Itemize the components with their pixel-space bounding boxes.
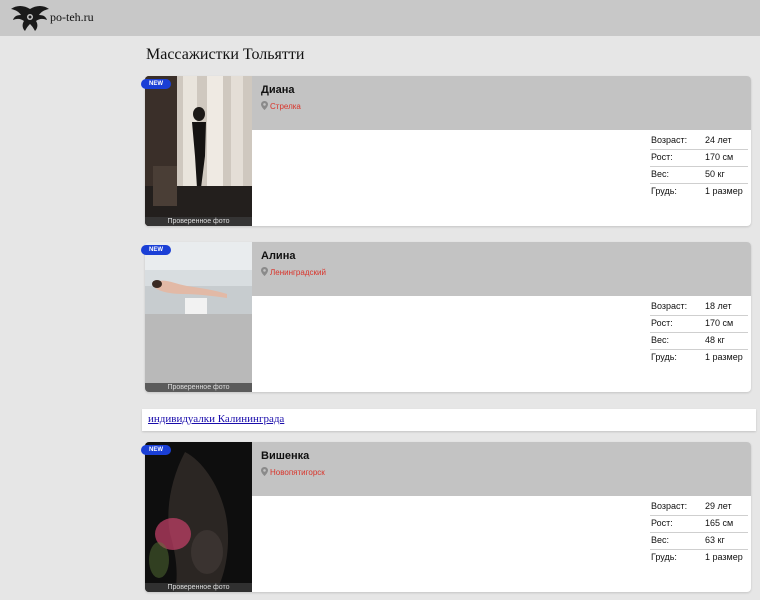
param-value: 24 лет <box>705 135 732 145</box>
profile-name[interactable]: Алина <box>261 250 295 262</box>
param-age: Возраст: 18 лет <box>650 299 748 316</box>
param-weight: Вес: 63 кг <box>650 533 748 550</box>
profile-card[interactable]: Проверенное фото Алина Ленинградский Воз… <box>145 242 751 392</box>
param-age: Возраст: 29 лет <box>650 499 748 516</box>
location-pin-icon <box>261 467 268 476</box>
location-name: Новопятигорск <box>270 468 325 477</box>
profile-params: Возраст: 18 лет Рост: 170 см Вес: 48 кг Гру… <box>650 299 748 367</box>
param-label: Рост: <box>651 518 673 528</box>
param-height: Рост: 170 см <box>650 150 748 167</box>
param-label: Вес: <box>651 335 670 345</box>
param-weight: Вес: 50 кг <box>650 167 748 184</box>
profile-photo[interactable]: Проверенное фото <box>145 76 252 226</box>
page-title: Массажистки Тольятти <box>146 46 305 63</box>
param-label: Возраст: <box>651 301 688 311</box>
param-bust: Грудь: 1 размер <box>650 184 748 201</box>
profile-header: Диана Стрелка <box>252 76 751 130</box>
photo-caption: Проверенное фото <box>145 583 252 592</box>
photo-caption: Проверенное фото <box>145 217 252 226</box>
param-value: 18 лет <box>705 301 732 311</box>
param-value: 1 размер <box>705 186 743 196</box>
profile-location: Стрелка <box>261 101 301 111</box>
new-badge: NEW <box>141 79 171 89</box>
promo-link[interactable]: индивидуалки Калининграда <box>148 413 284 425</box>
profile-location: Ленинградский <box>261 267 326 277</box>
param-height: Рост: 165 см <box>650 516 748 533</box>
location-name: Стрелка <box>270 102 301 111</box>
param-value: 1 размер <box>705 552 743 562</box>
param-value: 63 кг <box>705 535 725 545</box>
top-bar: po-teh.ru <box>0 0 760 36</box>
param-label: Рост: <box>651 152 673 162</box>
param-label: Возраст: <box>651 501 688 511</box>
profile-card[interactable]: Проверенное фото Диана Стрелка Возраст: 2… <box>145 76 751 226</box>
photo-illustration <box>145 242 252 392</box>
profile-photo[interactable]: Проверенное фото <box>145 442 252 592</box>
profile-photo[interactable]: Проверенное фото <box>145 242 252 392</box>
param-bust: Грудь: 1 размер <box>650 550 748 567</box>
new-badge: NEW <box>141 245 171 255</box>
param-label: Грудь: <box>651 552 677 562</box>
location-pin-icon <box>261 101 268 110</box>
param-value: 165 см <box>705 518 734 528</box>
profile-location: Новопятигорск <box>261 467 325 477</box>
param-value: 170 см <box>705 318 734 328</box>
param-age: Возраст: 24 лет <box>650 133 748 150</box>
photo-illustration <box>145 76 252 226</box>
profile-header: Вишенка Новопятигорск <box>252 442 751 496</box>
param-label: Грудь: <box>651 186 677 196</box>
location-name: Ленинградский <box>270 268 326 277</box>
param-label: Рост: <box>651 318 673 328</box>
param-value: 1 размер <box>705 352 743 362</box>
profile-name[interactable]: Вишенка <box>261 450 309 462</box>
profile-card[interactable]: Проверенное фото Вишенка Новопятигорск В… <box>145 442 751 592</box>
param-height: Рост: 170 см <box>650 316 748 333</box>
winged-logo-icon[interactable] <box>10 3 50 33</box>
param-label: Грудь: <box>651 352 677 362</box>
param-bust: Грудь: 1 размер <box>650 350 748 367</box>
promo-link-bar: индивидуалки Калининграда <box>142 409 756 431</box>
profile-params: Возраст: 24 лет Рост: 170 см Вес: 50 кг Гру… <box>650 133 748 201</box>
profile-params: Возраст: 29 лет Рост: 165 см Вес: 63 кг Гру… <box>650 499 748 567</box>
param-label: Вес: <box>651 535 670 545</box>
photo-caption: Проверенное фото <box>145 383 252 392</box>
param-value: 29 лет <box>705 501 732 511</box>
photo-illustration <box>145 442 252 592</box>
profile-header: Алина Ленинградский <box>252 242 751 296</box>
param-value: 50 кг <box>705 169 725 179</box>
param-label: Возраст: <box>651 135 688 145</box>
location-pin-icon <box>261 267 268 276</box>
param-value: 170 см <box>705 152 734 162</box>
site-name[interactable]: po-teh.ru <box>50 10 94 25</box>
profile-name[interactable]: Диана <box>261 84 294 96</box>
param-value: 48 кг <box>705 335 725 345</box>
param-weight: Вес: 48 кг <box>650 333 748 350</box>
new-badge: NEW <box>141 445 171 455</box>
param-label: Вес: <box>651 169 670 179</box>
